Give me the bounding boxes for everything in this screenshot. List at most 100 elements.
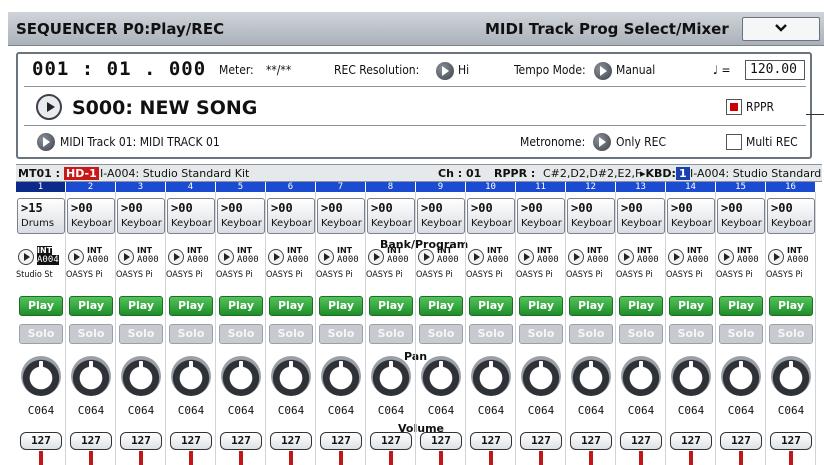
pan-knob[interactable] <box>421 356 461 396</box>
play-button[interactable]: Play <box>619 296 663 316</box>
page-menu-button[interactable] <box>742 17 820 41</box>
volume-fader-cap[interactable] <box>539 451 543 465</box>
play-button[interactable]: Play <box>319 296 363 316</box>
program-popup-icon[interactable] <box>718 249 734 265</box>
volume-fader-cap[interactable] <box>789 451 793 465</box>
solo-button[interactable]: Solo <box>519 324 563 344</box>
volume-fader-cap[interactable] <box>239 451 243 465</box>
program-select[interactable]: INT A000 <box>216 246 266 268</box>
program-popup-icon[interactable] <box>518 249 534 265</box>
volume-fader-cap[interactable] <box>739 451 743 465</box>
pan-knob[interactable] <box>521 356 561 396</box>
pan-knob[interactable] <box>221 356 261 396</box>
play-button[interactable]: Play <box>769 296 813 316</box>
tempo-field[interactable]: 120.00 <box>745 60 805 80</box>
play-button[interactable]: Play <box>719 296 763 316</box>
program-select[interactable]: INT A000 <box>66 246 116 268</box>
volume-fader-cap[interactable] <box>189 451 193 465</box>
volume-fader-cap[interactable] <box>439 451 443 465</box>
solo-button[interactable]: Solo <box>619 324 663 344</box>
solo-button[interactable]: Solo <box>369 324 413 344</box>
program-select[interactable]: INT A000 <box>366 246 416 268</box>
volume-fader-cap[interactable] <box>589 451 593 465</box>
pan-knob[interactable] <box>171 356 211 396</box>
volume-fader-cap[interactable] <box>639 451 643 465</box>
tempo-mode-popup-icon[interactable] <box>594 62 612 80</box>
program-popup-icon[interactable] <box>768 249 784 265</box>
pan-knob[interactable] <box>621 356 661 396</box>
track-select-value[interactable]: MIDI Track 01: MIDI TRACK 01 <box>60 135 220 149</box>
channel-category-button[interactable]: >00 Keyboar <box>667 198 715 234</box>
program-popup-icon[interactable] <box>18 249 34 265</box>
program-select[interactable]: INT A000 <box>266 246 316 268</box>
volume-field[interactable]: 127 <box>370 432 412 450</box>
volume-field[interactable]: 127 <box>770 432 812 450</box>
channel-category-button[interactable]: >00 Keyboar <box>167 198 215 234</box>
solo-button[interactable]: Solo <box>719 324 763 344</box>
play-button[interactable]: Play <box>169 296 213 316</box>
play-button[interactable]: Play <box>469 296 513 316</box>
solo-button[interactable]: Solo <box>269 324 313 344</box>
pan-knob[interactable] <box>321 356 361 396</box>
solo-button[interactable]: Solo <box>219 324 263 344</box>
pan-knob[interactable] <box>471 356 511 396</box>
play-button[interactable]: Play <box>69 296 113 316</box>
channel-category-button[interactable]: >00 Keyboar <box>717 198 765 234</box>
solo-button[interactable]: Solo <box>469 324 513 344</box>
program-popup-icon[interactable] <box>118 249 134 265</box>
pan-knob[interactable] <box>121 356 161 396</box>
pan-knob[interactable] <box>771 356 811 396</box>
program-popup-icon[interactable] <box>468 249 484 265</box>
play-button[interactable]: Play <box>269 296 313 316</box>
solo-button[interactable]: Solo <box>669 324 713 344</box>
song-select-popup-icon[interactable] <box>36 94 62 120</box>
play-button[interactable]: Play <box>19 296 63 316</box>
volume-field[interactable]: 127 <box>570 432 612 450</box>
volume-fader-cap[interactable] <box>489 451 493 465</box>
program-select[interactable]: INT A000 <box>766 246 816 268</box>
pan-knob[interactable] <box>571 356 611 396</box>
program-select[interactable]: INT A000 <box>466 246 516 268</box>
channel-category-button[interactable]: >00 Keyboar <box>67 198 115 234</box>
program-select[interactable]: INT A000 <box>316 246 366 268</box>
volume-fader-cap[interactable] <box>339 451 343 465</box>
volume-field[interactable]: 127 <box>620 432 662 450</box>
volume-field[interactable]: 127 <box>520 432 562 450</box>
solo-button[interactable]: Solo <box>419 324 463 344</box>
solo-button[interactable]: Solo <box>69 324 113 344</box>
program-select[interactable]: INT A000 <box>666 246 716 268</box>
play-button[interactable]: Play <box>369 296 413 316</box>
volume-fader-cap[interactable] <box>689 451 693 465</box>
channel-category-button[interactable]: >00 Keyboar <box>567 198 615 234</box>
rec-resolution-popup-icon[interactable] <box>436 62 454 80</box>
solo-button[interactable]: Solo <box>769 324 813 344</box>
solo-button[interactable]: Solo <box>119 324 163 344</box>
volume-field[interactable]: 127 <box>70 432 112 450</box>
volume-fader-cap[interactable] <box>389 451 393 465</box>
program-popup-icon[interactable] <box>168 249 184 265</box>
volume-field[interactable]: 127 <box>320 432 362 450</box>
metronome-popup-icon[interactable] <box>593 133 611 151</box>
program-popup-icon[interactable] <box>568 249 584 265</box>
meter-value[interactable]: **/** <box>266 63 291 77</box>
program-select[interactable]: INT A004 <box>16 246 66 268</box>
channel-category-button[interactable]: >00 Keyboar <box>467 198 515 234</box>
channel-category-button[interactable]: >00 Keyboar <box>217 198 265 234</box>
channel-category-button[interactable]: >00 Keyboar <box>767 198 815 234</box>
channel-category-button[interactable]: >15 Drums <box>17 198 65 234</box>
program-select[interactable]: INT A000 <box>116 246 166 268</box>
pan-knob[interactable] <box>371 356 411 396</box>
channel-category-button[interactable]: >00 Keyboar <box>117 198 165 234</box>
program-select[interactable]: INT A000 <box>416 246 466 268</box>
program-select[interactable]: INT A000 <box>566 246 616 268</box>
song-position[interactable]: 001 : 01 . 000 <box>32 58 206 80</box>
play-button[interactable]: Play <box>569 296 613 316</box>
volume-field[interactable]: 127 <box>470 432 512 450</box>
pan-knob[interactable] <box>671 356 711 396</box>
program-select[interactable]: INT A000 <box>716 246 766 268</box>
program-popup-icon[interactable] <box>218 249 234 265</box>
volume-field[interactable]: 127 <box>720 432 762 450</box>
multi-rec-checkbox[interactable] <box>726 134 742 150</box>
volume-field[interactable]: 127 <box>220 432 262 450</box>
channel-category-button[interactable]: >00 Keyboar <box>517 198 565 234</box>
